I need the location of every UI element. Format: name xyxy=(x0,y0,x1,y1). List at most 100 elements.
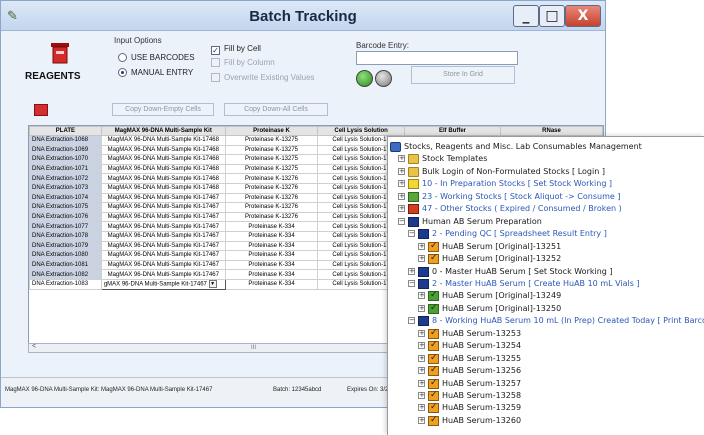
dropdown-arrow-icon[interactable]: ▼ xyxy=(208,280,217,289)
grid-cell[interactable]: Proteinase K-334 xyxy=(224,221,319,232)
collapse-icon[interactable]: − xyxy=(408,279,415,287)
tree-node[interactable]: + HuAB Serum [Original]-13251 xyxy=(388,240,704,253)
grid-cell[interactable]: Proteinase K-334 xyxy=(224,278,319,290)
tree-node[interactable]: +10 - In Preparation Stocks [ Set Stock … xyxy=(388,178,704,190)
grid-cell[interactable]: MagMAX 96-DNA Multi-Sample Kit-17468 xyxy=(100,173,226,184)
plate-cell[interactable]: DNA Extraction-1083 xyxy=(29,278,102,290)
tree-node[interactable]: − 8 - Working HuAB Serum 10 mL (In Prep) … xyxy=(388,315,704,327)
plate-cell[interactable]: DNA Extraction-1079 xyxy=(29,240,102,252)
title-bar[interactable]: ✎ Batch Tracking _ □ X xyxy=(1,1,605,31)
expand-icon[interactable]: + xyxy=(418,416,425,424)
tree-node[interactable]: + HuAB Serum-13253 xyxy=(388,327,704,340)
tree-node[interactable]: + HuAB Serum [Original]-13252 xyxy=(388,252,704,265)
tree-node[interactable]: − 2 - Master HuAB Serum [ Create HuAB 10 … xyxy=(388,278,704,290)
tree-node[interactable]: + HuAB Serum-13255 xyxy=(388,352,704,365)
tree-node[interactable]: +0 - Master HuAB Serum [ Set Stock Worki… xyxy=(388,266,704,278)
maximize-button[interactable]: □ xyxy=(539,5,565,27)
scroll-thumb[interactable]: III xyxy=(251,345,256,351)
fill-by-cell-checkbox[interactable]: ✓ Fill by Cell xyxy=(211,44,261,55)
grid-cell[interactable]: Proteinase K-334 xyxy=(224,240,319,252)
grid-cell[interactable]: MagMAX 96-DNA Multi-Sample Kit-17467 xyxy=(100,250,226,261)
tree-node[interactable]: + Bulk Login of Non-Formulated Stocks [ L… xyxy=(388,166,704,178)
grid-cell[interactable]: MagMAX 96-DNA Multi-Sample Kit-17468 xyxy=(100,182,226,194)
copy-down-empty-button[interactable]: Copy Down-Empty Cells xyxy=(112,103,214,116)
grid-cell[interactable]: MagMAX 96-DNA Multi-Sample Kit-17467 xyxy=(100,211,226,223)
plate-cell[interactable]: DNA Extraction-1070 xyxy=(29,154,102,165)
plate-cell[interactable]: DNA Extraction-1082 xyxy=(29,269,102,280)
grid-cell[interactable]: Proteinase K-13275 xyxy=(224,163,319,175)
collapse-icon[interactable]: − xyxy=(398,217,405,225)
plate-cell[interactable]: DNA Extraction-1076 xyxy=(29,211,102,223)
tree-node[interactable]: − Human AB Serum Preparation xyxy=(388,216,704,228)
expand-icon[interactable]: + xyxy=(398,155,405,163)
grid-cell[interactable]: Proteinase K-13276 xyxy=(224,192,319,204)
grid-cell[interactable]: MagMAX 96-DNA Multi-Sample Kit-17467 xyxy=(100,259,226,271)
collapse-icon[interactable]: − xyxy=(408,317,415,325)
expand-icon[interactable]: + xyxy=(418,255,425,263)
expand-icon[interactable]: + xyxy=(418,354,425,362)
plate-cell[interactable]: DNA Extraction-1072 xyxy=(29,173,102,184)
expand-icon[interactable]: + xyxy=(418,379,425,387)
plate-cell[interactable]: DNA Extraction-1073 xyxy=(29,182,102,194)
use-barcodes-radio[interactable]: USE BARCODES xyxy=(118,53,195,62)
grid-icon[interactable] xyxy=(34,104,48,116)
fill-by-column-checkbox[interactable]: Fill by Column xyxy=(211,58,275,67)
plate-cell[interactable]: DNA Extraction-1077 xyxy=(29,221,102,232)
grid-cell[interactable]: MagMAX 96-DNA Multi-Sample Kit-17468 xyxy=(100,163,226,175)
grid-cell[interactable]: Proteinase K-13275 xyxy=(224,135,319,146)
grid-cell[interactable]: Proteinase K-334 xyxy=(224,250,319,261)
grid-cell[interactable]: MagMAX 96-DNA Multi-Sample Kit-17468 xyxy=(100,144,226,156)
expand-icon[interactable]: + xyxy=(398,167,405,175)
tree-node[interactable]: +47 - Other Stocks ( Expired / Consumed … xyxy=(388,203,704,215)
grid-cell[interactable]: Proteinase K-13276 xyxy=(224,182,319,194)
close-button[interactable]: X xyxy=(565,5,601,27)
column-header-cell-lysis[interactable]: Cell Lysis Solution xyxy=(317,126,405,136)
column-header-proteinase-k[interactable]: Proteinase K xyxy=(224,126,319,136)
grid-cell[interactable]: Proteinase K-334 xyxy=(224,269,319,280)
expand-icon[interactable]: + xyxy=(418,242,425,250)
column-header-magmax-kit[interactable]: MagMAX 96-DNA Multi-Sample Kit xyxy=(100,126,226,136)
plate-cell[interactable]: DNA Extraction-1068 xyxy=(29,135,102,146)
tree-node[interactable]: + HuAB Serum-13256 xyxy=(388,364,704,377)
store-in-grid-button[interactable]: Store In Grid xyxy=(411,66,515,84)
copy-down-all-button[interactable]: Copy Down-All Cells xyxy=(224,103,328,116)
column-header-rnase[interactable]: RNase xyxy=(500,126,603,136)
manual-entry-radio[interactable]: MANUAL ENTRY xyxy=(118,68,193,77)
cell-edit-value[interactable]: gMAX 96-DNA Multi-Sample Kit-17467 xyxy=(104,282,207,288)
tree-node[interactable]: + HuAB Serum-13259 xyxy=(388,401,704,414)
grid-cell[interactable]: MagMAX 96-DNA Multi-Sample Kit-17468 xyxy=(100,154,226,165)
expand-icon[interactable]: + xyxy=(418,392,425,399)
grid-cell[interactable]: Proteinase K-13275 xyxy=(224,144,319,156)
plate-cell[interactable]: DNA Extraction-1074 xyxy=(29,192,102,204)
tree-node[interactable]: +23 - Working Stocks [ Stock Aliquot -> … xyxy=(388,191,704,203)
expand-icon[interactable]: + xyxy=(418,404,425,412)
grid-cell[interactable]: gMAX 96-DNA Multi-Sample Kit-17467 ▼ xyxy=(100,278,226,290)
grid-cell[interactable]: MagMAX 96-DNA Multi-Sample Kit-17468 xyxy=(100,135,226,146)
tree-node[interactable]: + HuAB Serum-13254 xyxy=(388,339,704,352)
expand-icon[interactable]: + xyxy=(418,342,425,350)
expand-icon[interactable]: + xyxy=(398,180,405,188)
plate-cell[interactable]: DNA Extraction-1078 xyxy=(29,230,102,242)
tree-node[interactable]: + HuAB Serum-13258 xyxy=(388,389,704,402)
grid-cell[interactable]: MagMAX 96-DNA Multi-Sample Kit-17467 xyxy=(100,230,226,242)
grid-cell[interactable]: Proteinase K-13275 xyxy=(224,154,319,165)
plate-cell[interactable]: DNA Extraction-1075 xyxy=(29,202,102,213)
plate-cell[interactable]: DNA Extraction-1081 xyxy=(29,259,102,271)
tree-node[interactable]: + Stock Templates xyxy=(388,153,704,165)
expand-icon[interactable]: + xyxy=(398,205,405,213)
column-header-elf-buffer[interactable]: Elf Buffer xyxy=(403,126,502,136)
tree-node[interactable]: + HuAB Serum [Original]-13250 xyxy=(388,302,704,315)
grid-cell[interactable]: MagMAX 96-DNA Multi-Sample Kit-17467 xyxy=(100,192,226,204)
collapse-icon[interactable]: − xyxy=(408,230,415,238)
grid-cell[interactable]: Proteinase K-13276 xyxy=(224,211,319,223)
tree-node[interactable]: − 2 - Pending QC [ Spreadsheet Result Ent… xyxy=(388,228,704,240)
overwrite-existing-checkbox[interactable]: Overwrite Existing Values xyxy=(211,73,315,82)
plate-cell[interactable]: DNA Extraction-1080 xyxy=(29,250,102,261)
plate-cell[interactable]: DNA Extraction-1071 xyxy=(29,163,102,175)
grid-cell[interactable]: MagMAX 96-DNA Multi-Sample Kit-17467 xyxy=(100,240,226,252)
grid-cell[interactable]: MagMAX 96-DNA Multi-Sample Kit-17467 xyxy=(100,269,226,280)
scroll-left-arrow-icon[interactable]: < xyxy=(32,343,36,350)
expand-icon[interactable]: + xyxy=(418,367,425,375)
grid-cell[interactable]: MagMAX 96-DNA Multi-Sample Kit-17467 xyxy=(100,202,226,213)
tree-node[interactable]: + HuAB Serum-13260 xyxy=(388,414,704,427)
